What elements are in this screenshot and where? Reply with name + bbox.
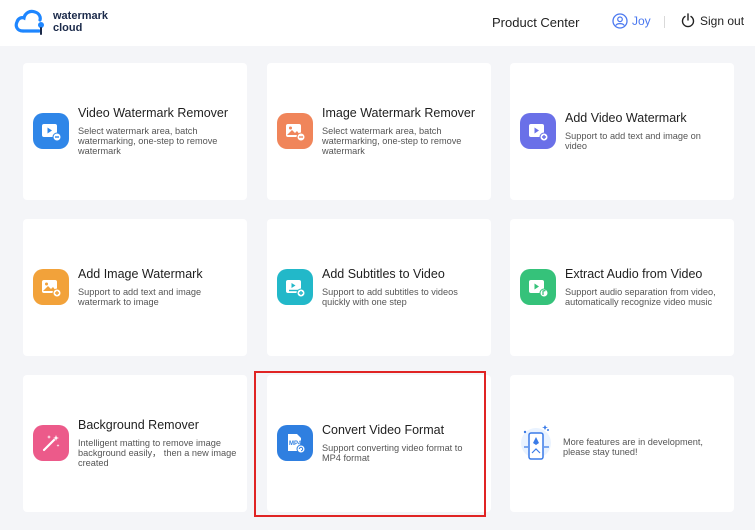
- nav-divider: [664, 16, 665, 28]
- card-description: Support to add subtitles to videos quick…: [322, 287, 458, 307]
- rocket-phone-illustration-icon: [518, 423, 554, 465]
- card-more-features: More features are in development, please…: [510, 375, 734, 512]
- card-image-watermark-remover[interactable]: Image Watermark Remover Select watermark…: [267, 63, 491, 200]
- card-add-image-watermark[interactable]: Add Image Watermark Support to add text …: [23, 219, 247, 356]
- brand-name: watermark cloud: [53, 10, 108, 34]
- card-title: Add Subtitles to Video: [322, 267, 445, 281]
- card-title: Video Watermark Remover: [78, 106, 229, 120]
- card-extract-audio[interactable]: Extract Audio from Video Support audio s…: [510, 219, 734, 356]
- subtitle-icon: [277, 269, 313, 305]
- brand-line-2: cloud: [53, 22, 83, 34]
- product-center-link[interactable]: Product Center: [492, 15, 579, 30]
- card-add-subtitles[interactable]: Add Subtitles to Video Support to add su…: [267, 219, 491, 356]
- card-description: Support audio separation from video, aut…: [565, 287, 716, 307]
- card-description: Support to add text and image on video: [565, 131, 701, 151]
- video-add-icon: [520, 113, 556, 149]
- card-title: Add Video Watermark: [565, 111, 687, 125]
- background-remove-icon: [33, 425, 69, 461]
- brand-logo[interactable]: watermark cloud: [14, 8, 108, 36]
- cloud-logo-icon: [14, 8, 50, 36]
- more-features-text: More features are in development, please…: [563, 437, 703, 457]
- card-description: Select watermark area, batch watermarkin…: [322, 126, 462, 156]
- sign-out-label: Sign out: [700, 13, 745, 28]
- card-video-watermark-remover[interactable]: Video Watermark Remover Select watermark…: [23, 63, 247, 200]
- video-remove-icon: [33, 113, 69, 149]
- username-label: Joy: [632, 14, 651, 28]
- image-remove-icon: [277, 113, 313, 149]
- user-menu[interactable]: Joy: [612, 13, 651, 29]
- top-header: watermark cloud Product Center Joy Sign …: [0, 0, 755, 46]
- card-description: Support to add text and image watermark …: [78, 287, 202, 307]
- brand-line-1: watermark: [53, 10, 109, 22]
- card-title: Background Remover: [78, 418, 199, 432]
- card-background-remover[interactable]: Background Remover Intelligent matting t…: [23, 375, 247, 512]
- card-description: Select watermark area, batch watermarkin…: [78, 126, 218, 156]
- image-add-icon: [33, 269, 69, 305]
- card-description: Intelligent matting to remove image back…: [78, 438, 237, 468]
- card-title: Add Image Watermark: [78, 267, 203, 281]
- sign-out-button[interactable]: Sign out: [681, 13, 744, 28]
- card-title: Image Watermark Remover: [322, 106, 476, 120]
- card-add-video-watermark[interactable]: Add Video Watermark Support to add text …: [510, 63, 734, 200]
- audio-extract-icon: [520, 269, 556, 305]
- card-title: Extract Audio from Video: [565, 267, 703, 281]
- power-icon: [681, 13, 695, 28]
- user-icon: [612, 13, 628, 29]
- selection-highlight: [254, 371, 486, 517]
